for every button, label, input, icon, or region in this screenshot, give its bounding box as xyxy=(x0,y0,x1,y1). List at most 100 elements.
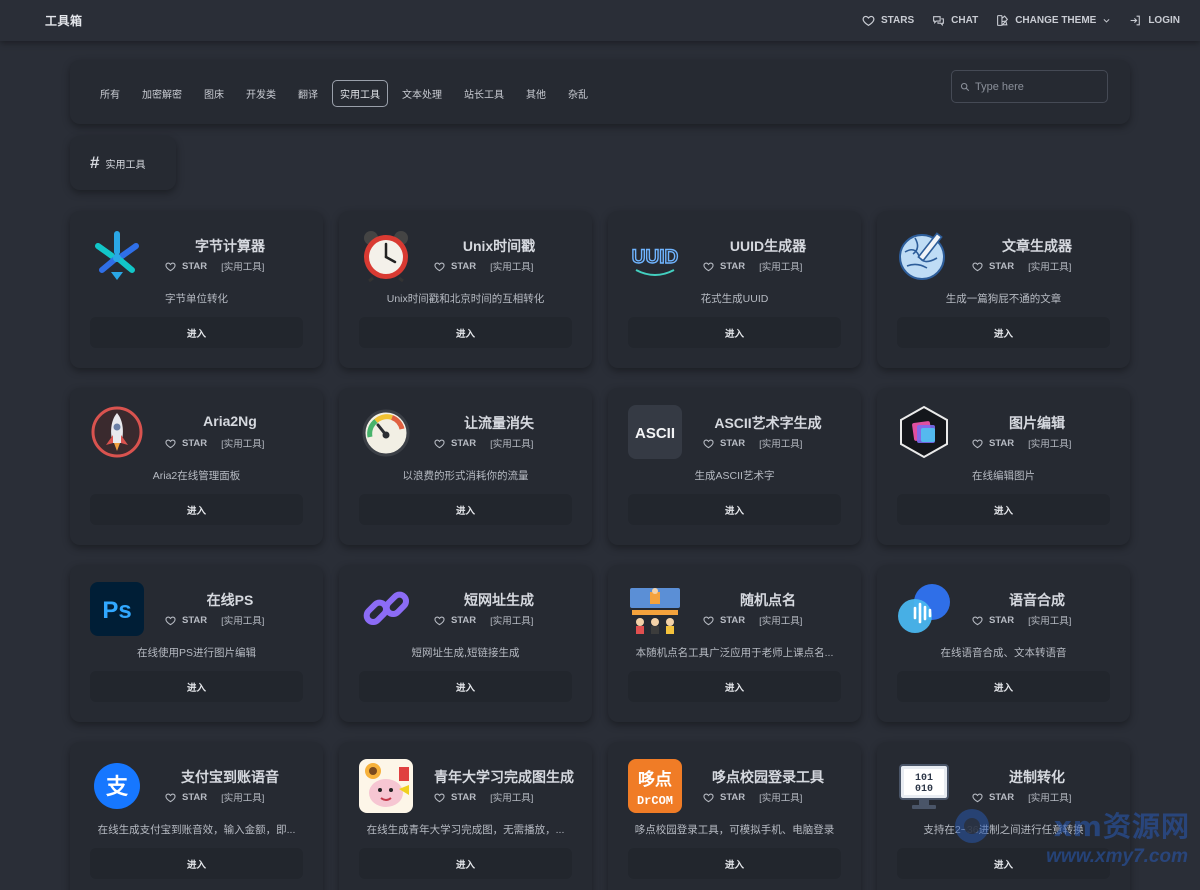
chat-link[interactable]: CHAT xyxy=(932,14,978,27)
byte-calculator-icon xyxy=(90,228,144,282)
enter-button[interactable]: 进入 xyxy=(359,848,572,879)
login-icon xyxy=(1130,15,1141,26)
change-theme-dropdown[interactable]: CHANGE THEME xyxy=(996,14,1111,27)
tab-misc[interactable]: 杂乱 xyxy=(560,80,596,107)
enter-button[interactable]: 进入 xyxy=(628,494,841,525)
enter-button[interactable]: 进入 xyxy=(359,671,572,702)
svg-text:Ps: Ps xyxy=(102,597,131,624)
star-button[interactable]: STAR xyxy=(972,792,1014,803)
card-title[interactable]: 支付宝到账语音 xyxy=(165,767,295,787)
site-brand[interactable]: 工具箱 xyxy=(45,12,83,29)
card-description: Unix时间戳和北京时间的互相转化 xyxy=(386,293,545,305)
tab-image-hosting[interactable]: 图床 xyxy=(196,80,232,107)
gauge-icon xyxy=(359,405,413,459)
star-button[interactable]: STAR xyxy=(434,615,476,626)
card-meta: STAR [实用工具] xyxy=(434,259,533,273)
card-title[interactable]: Aria2Ng xyxy=(165,413,295,429)
enter-button[interactable]: 进入 xyxy=(90,317,303,348)
card-title[interactable]: 图片编辑 xyxy=(972,413,1102,433)
tool-card: 语音合成 STAR [实用工具] 在线语音合成、文本转语音 进入 xyxy=(877,565,1130,722)
star-button[interactable]: STAR xyxy=(972,615,1014,626)
tool-card: Aria2Ng STAR [实用工具] Aria2在线管理面板 进入 xyxy=(70,388,323,545)
enter-button[interactable]: 进入 xyxy=(897,317,1110,348)
category-tag: [实用工具] xyxy=(221,616,265,627)
svg-text:101: 101 xyxy=(915,773,933,784)
tab-text-processing[interactable]: 文本处理 xyxy=(394,80,450,107)
ascii-icon: ASCII xyxy=(628,405,682,459)
card-title[interactable]: UUID生成器 xyxy=(703,236,833,256)
card-title[interactable]: 随机点名 xyxy=(703,590,833,610)
enter-button[interactable]: 进入 xyxy=(90,671,303,702)
card-title[interactable]: 进制转化 xyxy=(972,767,1102,787)
star-button[interactable]: STAR xyxy=(165,615,207,626)
svg-text:UUID: UUID xyxy=(632,247,678,268)
heart-icon xyxy=(972,262,983,271)
heart-icon xyxy=(165,262,176,271)
star-label: STAR xyxy=(989,614,1015,626)
stars-link[interactable]: STARS xyxy=(862,14,914,27)
star-label: STAR xyxy=(720,260,746,272)
tab-other[interactable]: 其他 xyxy=(518,80,554,107)
heart-icon xyxy=(703,262,714,271)
enter-button[interactable]: 进入 xyxy=(90,494,303,525)
star-button[interactable]: STAR xyxy=(165,792,207,803)
star-button[interactable]: STAR xyxy=(703,438,745,449)
star-button[interactable]: STAR xyxy=(434,261,476,272)
category-tag: [实用工具] xyxy=(490,262,534,273)
star-label: STAR xyxy=(182,614,208,626)
enter-button[interactable]: 进入 xyxy=(359,317,572,348)
star-button[interactable]: STAR xyxy=(165,438,207,449)
tab-webmaster[interactable]: 站长工具 xyxy=(456,80,512,107)
card-title[interactable]: ASCII艺术字生成 xyxy=(703,413,833,433)
star-label: STAR xyxy=(182,260,208,272)
star-label: STAR xyxy=(989,791,1015,803)
card-description: 在线使用PS进行图片编辑 xyxy=(136,647,256,659)
star-button[interactable]: STAR xyxy=(703,615,745,626)
card-title[interactable]: 文章生成器 xyxy=(972,236,1102,256)
card-meta: STAR [实用工具] xyxy=(972,790,1071,804)
card-title[interactable]: 语音合成 xyxy=(972,590,1102,610)
star-label: STAR xyxy=(451,437,477,449)
tab-encryption[interactable]: 加密解密 xyxy=(134,80,190,107)
tab-translate[interactable]: 翻译 xyxy=(290,80,326,107)
card-description: 生成一篇狗屁不通的文章 xyxy=(945,293,1062,305)
enter-button[interactable]: 进入 xyxy=(897,848,1110,879)
tab-development[interactable]: 开发类 xyxy=(238,80,284,107)
stars-label: STARS xyxy=(881,15,915,26)
enter-button[interactable]: 进入 xyxy=(628,317,841,348)
enter-button[interactable]: 进入 xyxy=(628,671,841,702)
star-button[interactable]: STAR xyxy=(703,261,745,272)
enter-button[interactable]: 进入 xyxy=(897,494,1110,525)
login-link[interactable]: LOGIN xyxy=(1129,14,1180,27)
star-label: STAR xyxy=(451,614,477,626)
drcom-icon: 哆点 DrCOM xyxy=(628,759,682,813)
star-button[interactable]: STAR xyxy=(972,261,1014,272)
card-title[interactable]: 字节计算器 xyxy=(165,236,295,256)
star-button[interactable]: STAR xyxy=(165,261,207,272)
enter-button[interactable]: 进入 xyxy=(90,848,303,879)
enter-button[interactable]: 进入 xyxy=(897,671,1110,702)
category-tag: [实用工具] xyxy=(1028,439,1072,450)
rocket-icon xyxy=(90,405,144,459)
category-tabs: 所有 加密解密 图床 开发类 翻译 实用工具 文本处理 站长工具 其他 杂乱 xyxy=(92,80,596,107)
card-title[interactable]: 让流量消失 xyxy=(434,413,564,433)
card-title[interactable]: 在线PS xyxy=(165,590,295,610)
category-tag: [实用工具] xyxy=(1028,262,1072,273)
search-input[interactable] xyxy=(975,80,1100,93)
enter-button[interactable]: 进入 xyxy=(359,494,572,525)
change-theme-label: CHANGE THEME xyxy=(1015,15,1097,26)
search-box[interactable] xyxy=(951,70,1108,103)
enter-button[interactable]: 进入 xyxy=(628,848,841,879)
card-title[interactable]: 短网址生成 xyxy=(434,590,564,610)
tool-card: 哆点 DrCOM 哆点校园登录工具 STAR [实用工具] 哆点校园登录工具，可… xyxy=(608,742,861,890)
star-label: STAR xyxy=(720,437,746,449)
star-button[interactable]: STAR xyxy=(972,438,1014,449)
star-button[interactable]: STAR xyxy=(703,792,745,803)
card-title[interactable]: 青年大学习完成图生成 xyxy=(434,767,574,787)
star-button[interactable]: STAR xyxy=(434,438,476,449)
card-title[interactable]: Unix时间戳 xyxy=(434,236,564,256)
card-title[interactable]: 哆点校园登录工具 xyxy=(703,767,833,787)
star-button[interactable]: STAR xyxy=(434,792,476,803)
tab-utilities[interactable]: 实用工具 xyxy=(332,80,388,107)
tab-all[interactable]: 所有 xyxy=(92,80,128,107)
